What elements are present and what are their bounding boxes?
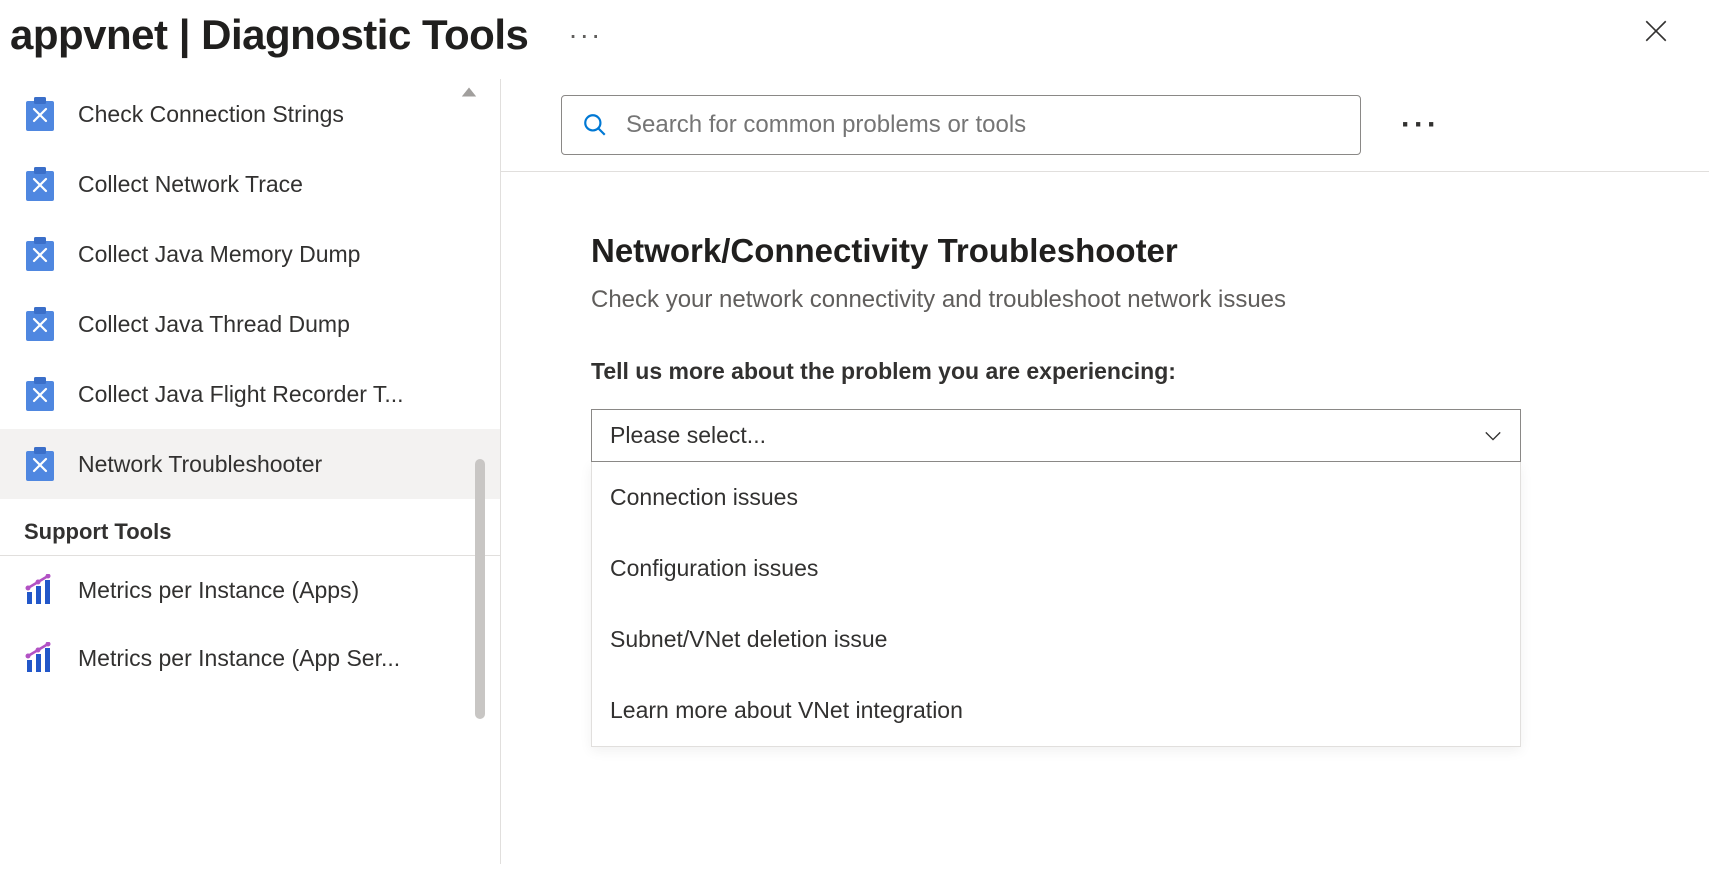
metrics-chart-icon <box>24 642 56 674</box>
option-connection-issues[interactable]: Connection issues <box>592 462 1520 533</box>
option-subnet-vnet-deletion[interactable]: Subnet/VNet deletion issue <box>592 604 1520 675</box>
sidebar-item-label: Network Troubleshooter <box>78 451 322 478</box>
header-left: appvnet | Diagnostic Tools ··· <box>10 11 612 59</box>
search-row: ··· <box>501 79 1709 172</box>
clipboard-tools-icon <box>24 167 56 201</box>
sidebar-item-label: Metrics per Instance (App Ser... <box>78 645 400 672</box>
search-box[interactable] <box>561 95 1361 155</box>
search-more-button[interactable]: ··· <box>1391 108 1450 142</box>
sidebar-item-collect-java-thread-dump[interactable]: Collect Java Thread Dump <box>0 289 500 359</box>
clipboard-tools-icon <box>24 447 56 481</box>
search-input[interactable] <box>626 111 1340 139</box>
sidebar: Check Connection Strings Collect Network… <box>0 79 500 864</box>
page-header: appvnet | Diagnostic Tools ··· <box>0 0 1709 79</box>
problem-dropdown: Connection issues Configuration issues S… <box>591 462 1521 747</box>
search-icon <box>582 112 608 138</box>
sidebar-item-check-connection-strings[interactable]: Check Connection Strings <box>0 79 500 149</box>
sidebar-scrollbar[interactable] <box>475 459 485 719</box>
sidebar-item-collect-java-memory-dump[interactable]: Collect Java Memory Dump <box>0 219 500 289</box>
chevron-down-icon <box>1484 430 1502 442</box>
main-panel: ··· Network/Connectivity Troubleshooter … <box>500 79 1709 864</box>
clipboard-tools-icon <box>24 377 56 411</box>
sidebar-item-label: Collect Java Thread Dump <box>78 311 350 338</box>
clipboard-tools-icon <box>24 97 56 131</box>
header-more-button[interactable]: ··· <box>558 21 612 49</box>
option-learn-vnet-integration[interactable]: Learn more about VNet integration <box>592 675 1520 746</box>
clipboard-tools-icon <box>24 237 56 271</box>
sidebar-item-label: Check Connection Strings <box>78 101 344 128</box>
close-button[interactable] <box>1623 10 1689 59</box>
sidebar-item-metrics-apps[interactable]: Metrics per Instance (Apps) <box>0 556 500 624</box>
sidebar-item-network-troubleshooter[interactable]: Network Troubleshooter <box>0 429 500 499</box>
sidebar-item-metrics-app-service[interactable]: Metrics per Instance (App Ser... <box>0 624 500 692</box>
option-configuration-issues[interactable]: Configuration issues <box>592 533 1520 604</box>
sidebar-item-label: Collect Java Flight Recorder T... <box>78 381 404 408</box>
content-area: Network/Connectivity Troubleshooter Chec… <box>501 172 1709 807</box>
select-placeholder: Please select... <box>610 422 766 449</box>
sidebar-item-label: Metrics per Instance (Apps) <box>78 577 359 604</box>
main-layout: Check Connection Strings Collect Network… <box>0 79 1709 864</box>
sidebar-item-collect-network-trace[interactable]: Collect Network Trace <box>0 149 500 219</box>
sidebar-item-label: Collect Network Trace <box>78 171 303 198</box>
sidebar-section-header: Support Tools <box>0 499 500 556</box>
sidebar-item-label: Collect Java Memory Dump <box>78 241 360 268</box>
content-description: Check your network connectivity and trou… <box>591 286 1619 314</box>
prompt-label: Tell us more about the problem you are e… <box>591 358 1619 385</box>
scroll-up-icon[interactable] <box>460 85 478 104</box>
problem-select[interactable]: Please select... <box>591 409 1521 462</box>
page-title: appvnet | Diagnostic Tools <box>10 11 528 59</box>
content-title: Network/Connectivity Troubleshooter <box>591 232 1619 270</box>
sidebar-item-collect-java-flight-recorder[interactable]: Collect Java Flight Recorder T... <box>0 359 500 429</box>
clipboard-tools-icon <box>24 307 56 341</box>
close-icon <box>1643 18 1669 44</box>
metrics-chart-icon <box>24 574 56 606</box>
